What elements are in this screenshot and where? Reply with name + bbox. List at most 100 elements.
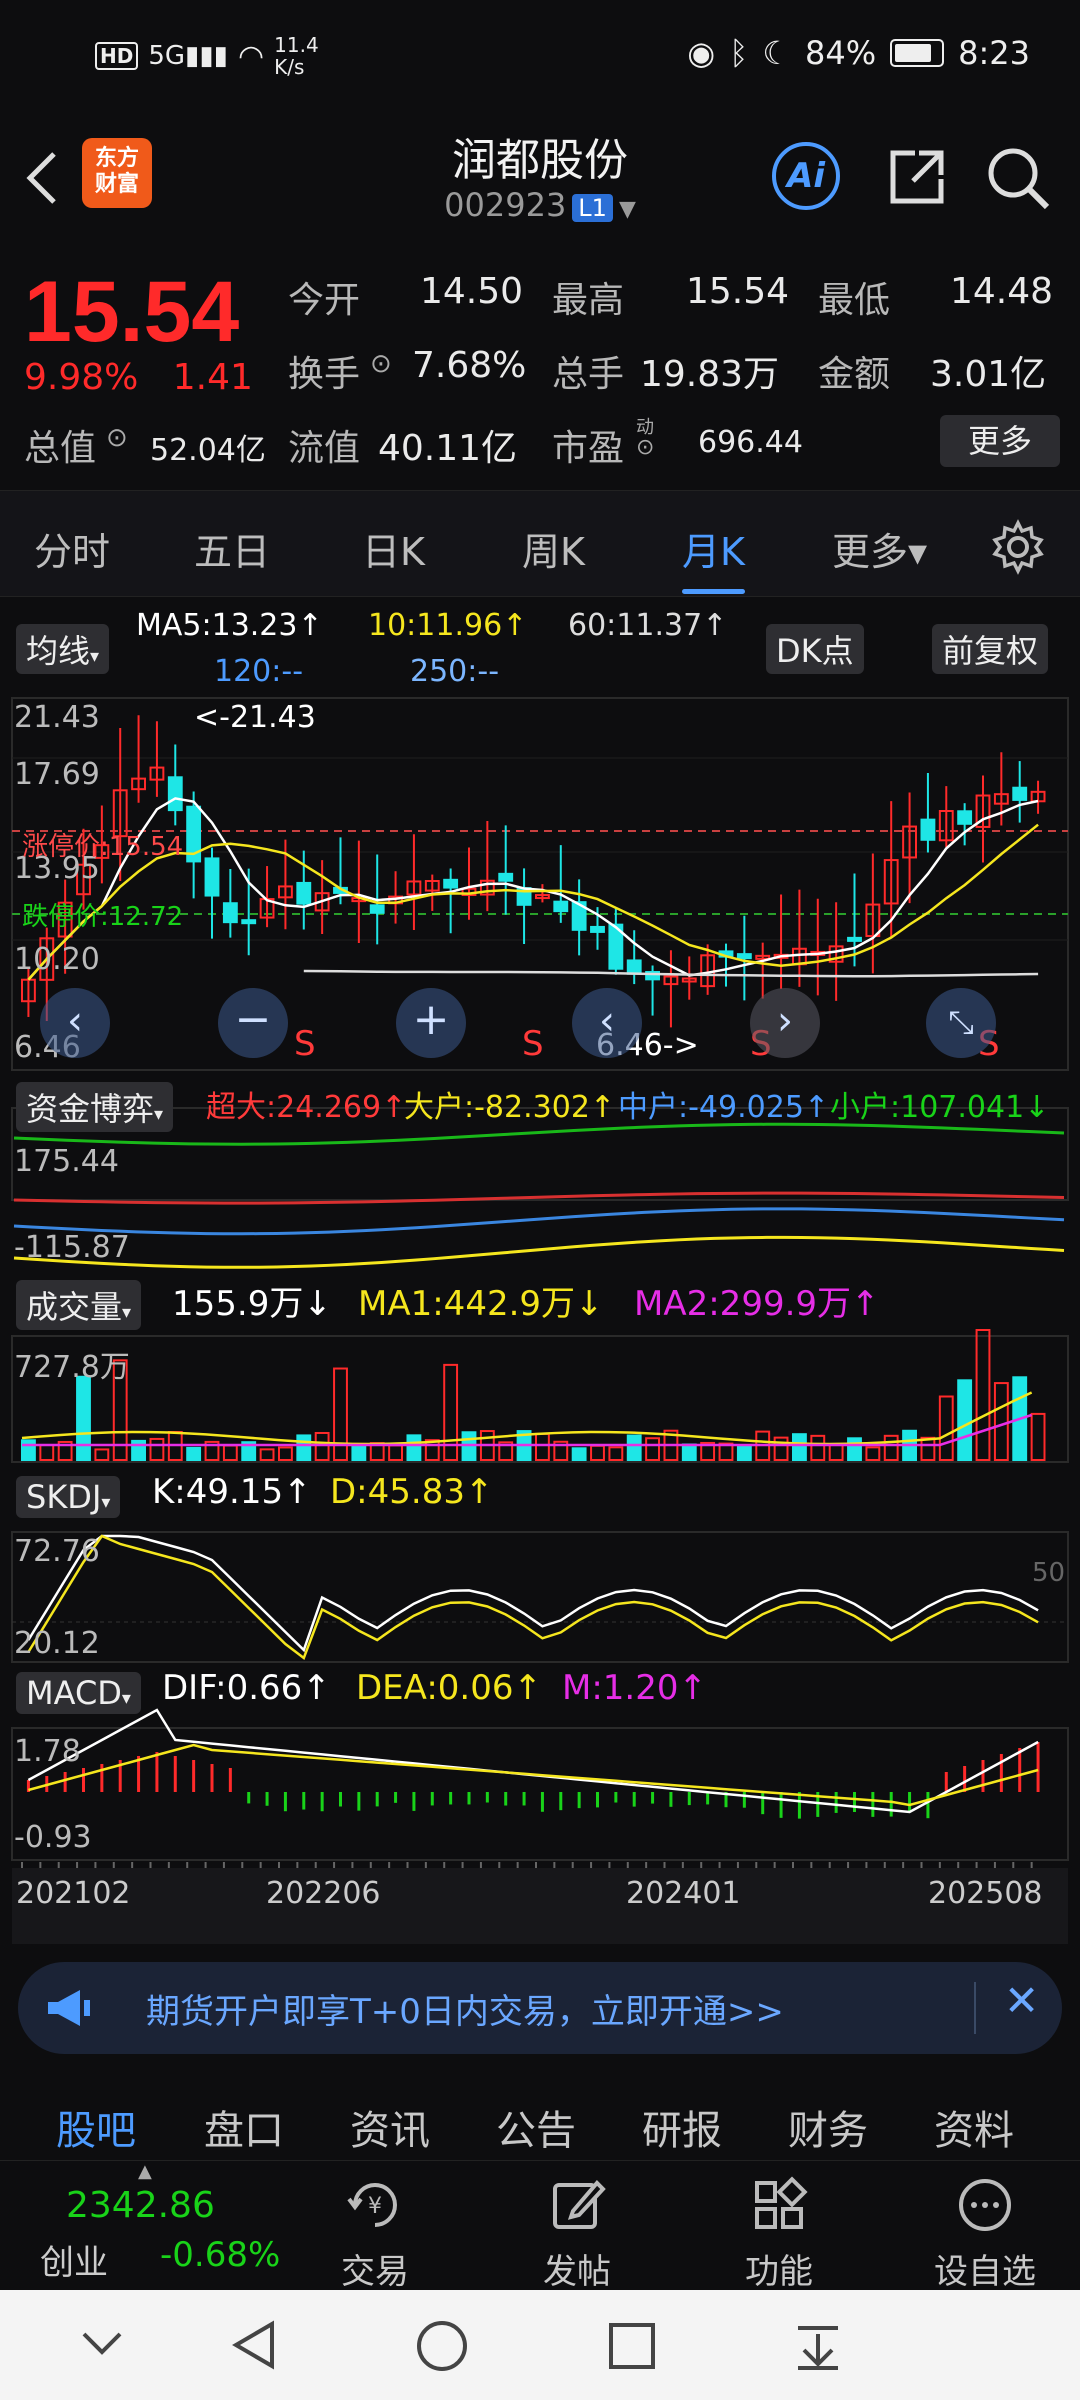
quote-panel: 15.54 9.98% 1.41 今开 14.50 最高 15.54 最低 14…: [0, 245, 1080, 490]
volume-bar: [333, 1367, 348, 1461]
tab-five-day[interactable]: 五日: [194, 521, 270, 576]
skdj-selector[interactable]: SKDJ▾: [16, 1476, 121, 1518]
tab-weekly[interactable]: 周K: [522, 521, 585, 576]
skdj-y-bottom: 20.12: [14, 1626, 100, 1661]
tab-forum[interactable]: 股吧: [56, 2098, 136, 2156]
trade-button[interactable]: ¥ 交易: [320, 2175, 430, 2293]
vol-value: 19.83万: [640, 354, 780, 395]
nav-recents-icon[interactable]: [606, 2320, 658, 2372]
stock-header: 东方 财富 润都股份 002923 L1 ▼ Ai: [0, 110, 1080, 240]
pe-label: 市盈: [552, 428, 625, 469]
volume-bar: [406, 1434, 422, 1461]
candle-body: [222, 902, 238, 924]
tab-monthly[interactable]: 月K: [682, 521, 745, 594]
close-icon[interactable]: ✕: [1004, 1976, 1039, 2025]
tab-more[interactable]: 更多▾: [832, 521, 927, 576]
volume-y-top: 727.8万: [14, 1350, 130, 1385]
scroll-left-button[interactable]: ‹: [40, 988, 110, 1058]
tab-profile[interactable]: 资料: [934, 2098, 1014, 2156]
edit-icon: [553, 2180, 606, 2229]
x-axis-label: 202401: [626, 1876, 741, 1911]
kline-chart[interactable]: [0, 600, 1080, 1945]
next-button[interactable]: ›: [750, 988, 820, 1058]
volume-bar: [938, 1395, 954, 1462]
zoom-in-button[interactable]: +: [396, 988, 466, 1058]
promo-banner[interactable]: 期货开户即享T+0日内交易，立即开通>> ✕: [18, 1962, 1062, 2054]
volume-bar: [865, 1446, 881, 1462]
tab-announcements[interactable]: 公告: [496, 2098, 576, 2156]
more-button[interactable]: 更多: [940, 415, 1060, 467]
macd-dif-line: [27, 1708, 1039, 1814]
info-icon[interactable]: ⊙: [370, 349, 392, 379]
function-button[interactable]: 功能: [724, 2175, 834, 2293]
volume-bar: [222, 1444, 238, 1462]
last-price: 15.54: [24, 264, 240, 360]
volume-selector[interactable]: 成交量▾: [16, 1280, 142, 1330]
banner-text: 期货开户即享T+0日内交易，立即开通>>: [146, 1992, 784, 2032]
watch-label: 设自选: [934, 2252, 1036, 2292]
share-icon[interactable]: [885, 145, 949, 209]
gear-icon[interactable]: [990, 519, 1046, 575]
dropdown-icon[interactable]: ▼: [619, 197, 636, 222]
post-button[interactable]: 发帖: [522, 2175, 632, 2293]
volume-bar: [388, 1444, 403, 1462]
info-icon[interactable]: ⊙: [636, 435, 654, 460]
tab-daily[interactable]: 日K: [362, 521, 425, 576]
tab-research[interactable]: 研报: [642, 2098, 722, 2156]
macd-m: M:1.20↑: [562, 1668, 707, 1708]
function-label: 功能: [745, 2252, 813, 2292]
skdj-d: D:45.83↑: [330, 1472, 494, 1512]
info-icon[interactable]: ⊙: [106, 423, 128, 453]
trade-icon: ¥: [347, 2183, 397, 2227]
y-axis-4: 10.20: [14, 942, 100, 977]
volume-bar: [76, 1375, 91, 1462]
chevron-down-icon[interactable]: [78, 2324, 126, 2364]
skdj-d-line: [27, 1534, 1039, 1661]
fund-y-bottom: -115.87: [14, 1230, 130, 1265]
fullscreen-button[interactable]: ⤡: [926, 988, 996, 1058]
index-widget[interactable]: ▲ 2342.86 创业 -0.68%: [20, 2161, 280, 2291]
fund-selector-label: 资金博弈: [26, 1090, 155, 1128]
macd-selector[interactable]: MACD▾: [16, 1672, 141, 1714]
nav-home-icon[interactable]: [414, 2318, 470, 2374]
volume-bar: [883, 1434, 899, 1461]
volume-bar: [957, 1379, 973, 1461]
tab-finance[interactable]: 财务: [788, 2098, 868, 2156]
ai-icon[interactable]: Ai: [772, 142, 840, 210]
sell-marker: S: [522, 1024, 544, 1064]
fund-selector[interactable]: 资金博弈▾: [16, 1082, 174, 1132]
tab-news[interactable]: 资讯: [350, 2098, 430, 2156]
fund-large: 大户:-82.302↑: [404, 1090, 616, 1125]
index-value: 2342.86: [66, 2185, 215, 2226]
zoom-out-button[interactable]: −: [218, 988, 288, 1058]
volume-bar: [131, 1439, 146, 1461]
prev-button[interactable]: ‹: [572, 988, 642, 1058]
tab-orderbook[interactable]: 盘口: [204, 2098, 284, 2156]
volume-bar: [21, 1439, 36, 1462]
tab-intraday[interactable]: 分时: [34, 521, 110, 576]
limit-down-label: 跌停价:12.72: [22, 902, 184, 932]
volume-bar: [828, 1443, 844, 1461]
volume-bar: [847, 1437, 862, 1461]
fund-mid: 中户:-49.025↑: [618, 1090, 830, 1125]
status-bar: HD 5G▮▮▮ ◠ 11.4 K/s ◉ ᛒ ☾ 84% 8:23: [0, 0, 1080, 110]
trade-label: 交易: [341, 2252, 409, 2292]
x-axis-band: [12, 1868, 1068, 1944]
candle-body: [626, 959, 642, 975]
period-tabs: 分时 五日 日K 周K 月K 更多▾: [0, 490, 1080, 597]
volume-bar: [810, 1434, 826, 1462]
volume-bar: [736, 1445, 752, 1461]
y-axis-top: 21.43: [14, 700, 100, 735]
moon-icon: ☾: [762, 34, 792, 72]
skdj-ref-line-label: 50: [1032, 1558, 1066, 1588]
add-watchlist-button[interactable]: 设自选: [920, 2175, 1050, 2293]
nav-download-icon[interactable]: [792, 2320, 844, 2372]
eye-icon: ◉: [687, 34, 716, 72]
nav-back-icon[interactable]: [228, 2318, 278, 2372]
fund-large-line: [13, 1235, 1065, 1269]
clock: 8:23: [958, 34, 1030, 72]
banner-divider: [974, 1982, 976, 2034]
system-nav-bar: [0, 2290, 1080, 2400]
search-icon[interactable]: [985, 145, 1051, 211]
candle-body: [498, 872, 514, 882]
